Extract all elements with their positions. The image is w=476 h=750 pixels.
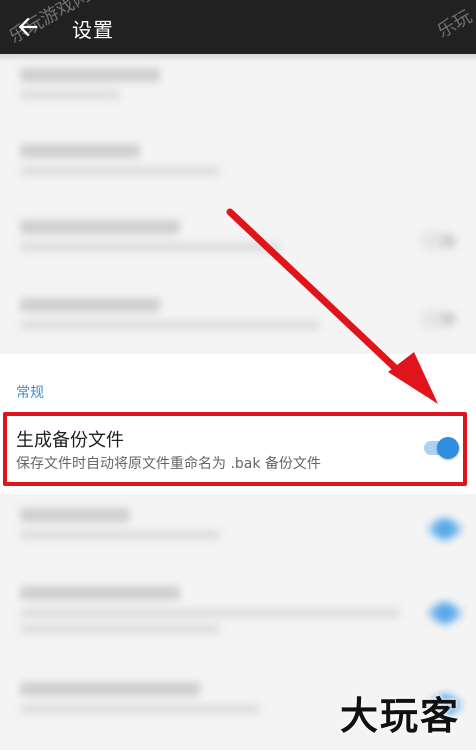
page-title: 设置 [72,18,114,42]
section-header-general: 常规 [16,385,44,401]
brand-watermark: 大玩客 [339,693,460,738]
blurred-settings-top [0,62,476,352]
toolbar-shadow [0,54,476,62]
corner-watermark-right: 乐玩 [433,6,476,43]
highlight-box [3,412,467,486]
app-toolbar: 设置 乐玩游戏网 乐玩 [0,0,476,54]
